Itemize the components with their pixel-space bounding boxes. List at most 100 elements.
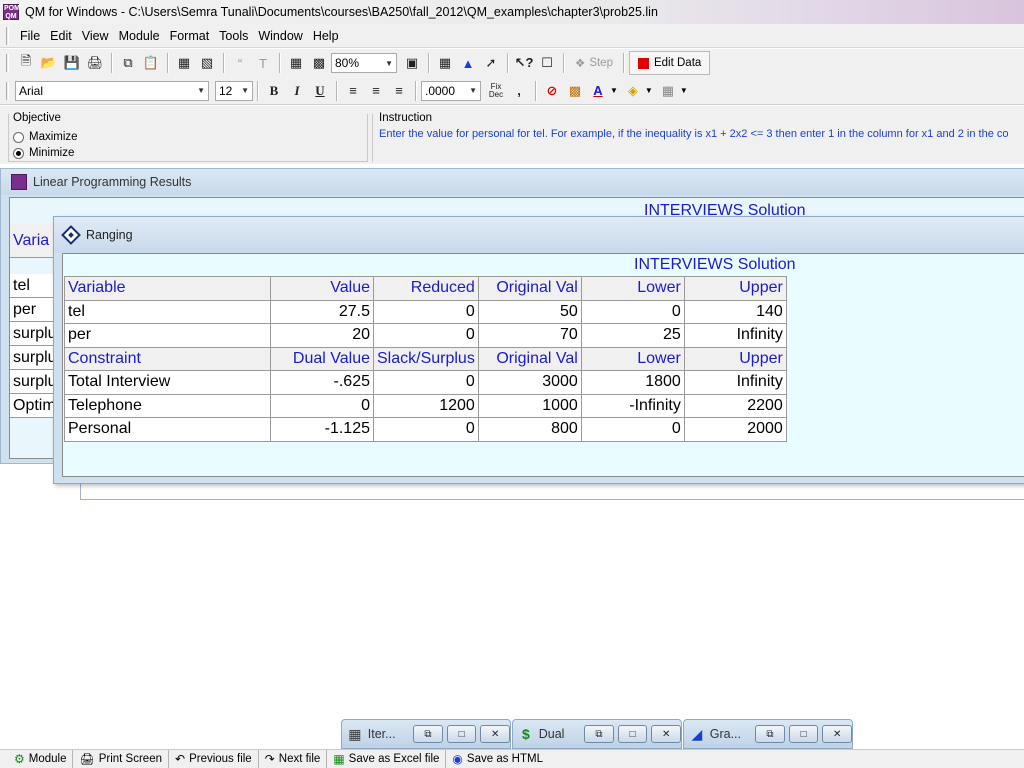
table-cell[interactable]: 0 [580,417,685,442]
menu-view[interactable]: View [77,27,114,45]
header-cell[interactable]: Upper [683,346,787,371]
print-screen-button[interactable]: 🖨 Print Screen [73,749,169,768]
align-left-icon[interactable]: ≡ [342,80,364,102]
table-cell[interactable]: 50 [477,299,582,324]
lp-row-cell[interactable]: surplu [10,370,56,394]
context-help-icon[interactable]: ↖? [513,52,535,74]
zoom-select[interactable]: 80% ▼ [331,53,397,73]
lp-results-titlebar[interactable]: Linear Programming Results [1,169,1024,195]
module-button[interactable]: ⚙ Module [8,749,74,768]
full-screen-icon[interactable]: ▣ [401,52,423,74]
header-cell[interactable]: Slack/Surplus [373,346,479,371]
bar-chart-icon[interactable]: ▩ [564,80,586,102]
lp-row-cell[interactable]: tel [10,274,56,298]
grid-icon[interactable]: ▦ [285,52,307,74]
table-cell[interactable]: 1200 [373,393,479,418]
font-size-select[interactable]: 12 ▼ [215,80,253,101]
close-button[interactable]: ✕ [822,725,852,743]
lp-row-cell[interactable]: surplu [10,322,56,346]
table-cell[interactable]: 2200 [683,393,787,418]
header-cell[interactable]: Variable [64,276,271,301]
open-folder-icon[interactable]: 📂 [38,52,60,74]
menu-format[interactable]: Format [165,27,215,45]
table-icon[interactable]: ▩ [308,52,330,74]
table-cell[interactable]: tel [64,299,271,324]
header-cell[interactable]: Lower [580,276,685,301]
header-cell[interactable]: Original Val [477,276,582,301]
italic-icon[interactable]: I [286,80,308,102]
menu-help[interactable]: Help [308,27,344,45]
table-cell[interactable]: 70 [477,323,582,348]
table-cell[interactable]: 25 [580,323,685,348]
table-cell[interactable]: 0 [270,393,374,418]
menu-tools[interactable]: Tools [214,27,253,45]
close-button[interactable]: ✕ [480,725,510,743]
menu-module[interactable]: Module [114,27,165,45]
table-cell[interactable]: 0 [373,417,479,442]
copy-icon[interactable]: ⧉ [117,52,139,74]
qm-app-icon[interactable]: POM QM [3,4,20,20]
insert-column-icon[interactable]: ▧ [196,52,218,74]
font-select[interactable]: Arial ▼ [15,80,209,101]
align-right-icon[interactable]: ≡ [388,80,410,102]
lp-row-cell[interactable]: per [10,298,56,322]
table-cell[interactable]: Infinity [683,323,787,348]
menu-edit[interactable]: Edit [45,27,77,45]
table-cell[interactable]: 0 [373,299,479,324]
restore-button[interactable]: ⧉ [413,725,443,743]
table-cell[interactable]: 1800 [580,370,685,395]
text-format-icon[interactable]: T [252,52,274,74]
minimize-radio[interactable] [13,147,24,159]
menu-file[interactable]: File [15,27,45,45]
table-cell[interactable]: 3000 [477,370,582,395]
table-cell[interactable]: Total Interview [64,370,271,395]
header-cell[interactable]: Constraint [64,346,271,371]
fill-color-icon[interactable]: ◈ [622,80,644,102]
normal-distribution-icon[interactable]: ▲ [457,52,479,74]
align-center-icon[interactable]: ≡ [365,80,387,102]
maximize-button[interactable]: □ [617,725,648,743]
minimized-dual-window[interactable]: $ Dual ⧉ □ ✕ [512,719,682,749]
previous-file-button[interactable]: ↶ Previous file [169,749,259,768]
table-cell[interactable]: 2000 [683,417,787,442]
quote-icon[interactable]: “ [229,52,251,74]
maximize-option[interactable]: Maximize [13,131,78,143]
table-cell[interactable]: per [64,323,271,348]
chevron-down-icon[interactable]: ▼ [645,86,653,95]
save-html-button[interactable]: ◉ Save as HTML [446,750,549,768]
header-cell[interactable]: Upper [683,276,787,301]
calculator-icon[interactable]: ▦ [434,52,456,74]
header-cell[interactable]: Lower [580,346,685,371]
paste-icon[interactable]: 📋 [140,52,162,74]
bold-icon[interactable]: B [263,80,285,102]
lp-header-cell[interactable]: Varia [10,224,56,258]
next-file-button[interactable]: ↷ Next file [259,749,328,768]
borders-icon[interactable]: ▦ [657,80,679,102]
save-excel-button[interactable]: ▦ Save as Excel file [327,749,447,768]
table-cell[interactable]: Telephone [64,393,271,418]
table-cell[interactable]: 1000 [477,393,582,418]
edit-data-button[interactable]: Edit Data [628,51,711,75]
restore-button[interactable]: ⧉ [755,725,785,743]
table-cell[interactable]: 27.5 [270,299,374,324]
zero-icon[interactable]: ⊘ [541,80,563,102]
comma-icon[interactable]: , [508,80,530,102]
table-cell[interactable]: 140 [683,299,787,324]
header-cell[interactable]: Reduced [373,276,479,301]
fix-decimal-icon[interactable]: Fix Dec [485,80,507,102]
pointer-icon[interactable]: ➚ [480,52,502,74]
table-cell[interactable]: 800 [477,417,582,442]
maximize-radio[interactable] [13,131,24,143]
lp-row-cell[interactable]: Optim [10,394,56,418]
font-color-icon[interactable]: A [587,80,609,102]
minimized-graph-window[interactable]: ◢ Gra... ⧉ □ ✕ [683,719,853,749]
table-cell[interactable]: 20 [270,323,374,348]
ranging-titlebar[interactable]: Ranging [54,217,1024,253]
new-file-icon[interactable]: 🗎 [15,52,37,74]
underline-icon[interactable]: U [309,80,331,102]
insert-row-icon[interactable]: ▦ [173,52,195,74]
table-cell[interactable]: 0 [373,323,479,348]
ranging-window[interactable]: Ranging INTERVIEWS Solution Variable Val… [53,216,1024,484]
table-cell[interactable]: 0 [580,299,685,324]
table-cell[interactable]: Infinity [683,370,787,395]
